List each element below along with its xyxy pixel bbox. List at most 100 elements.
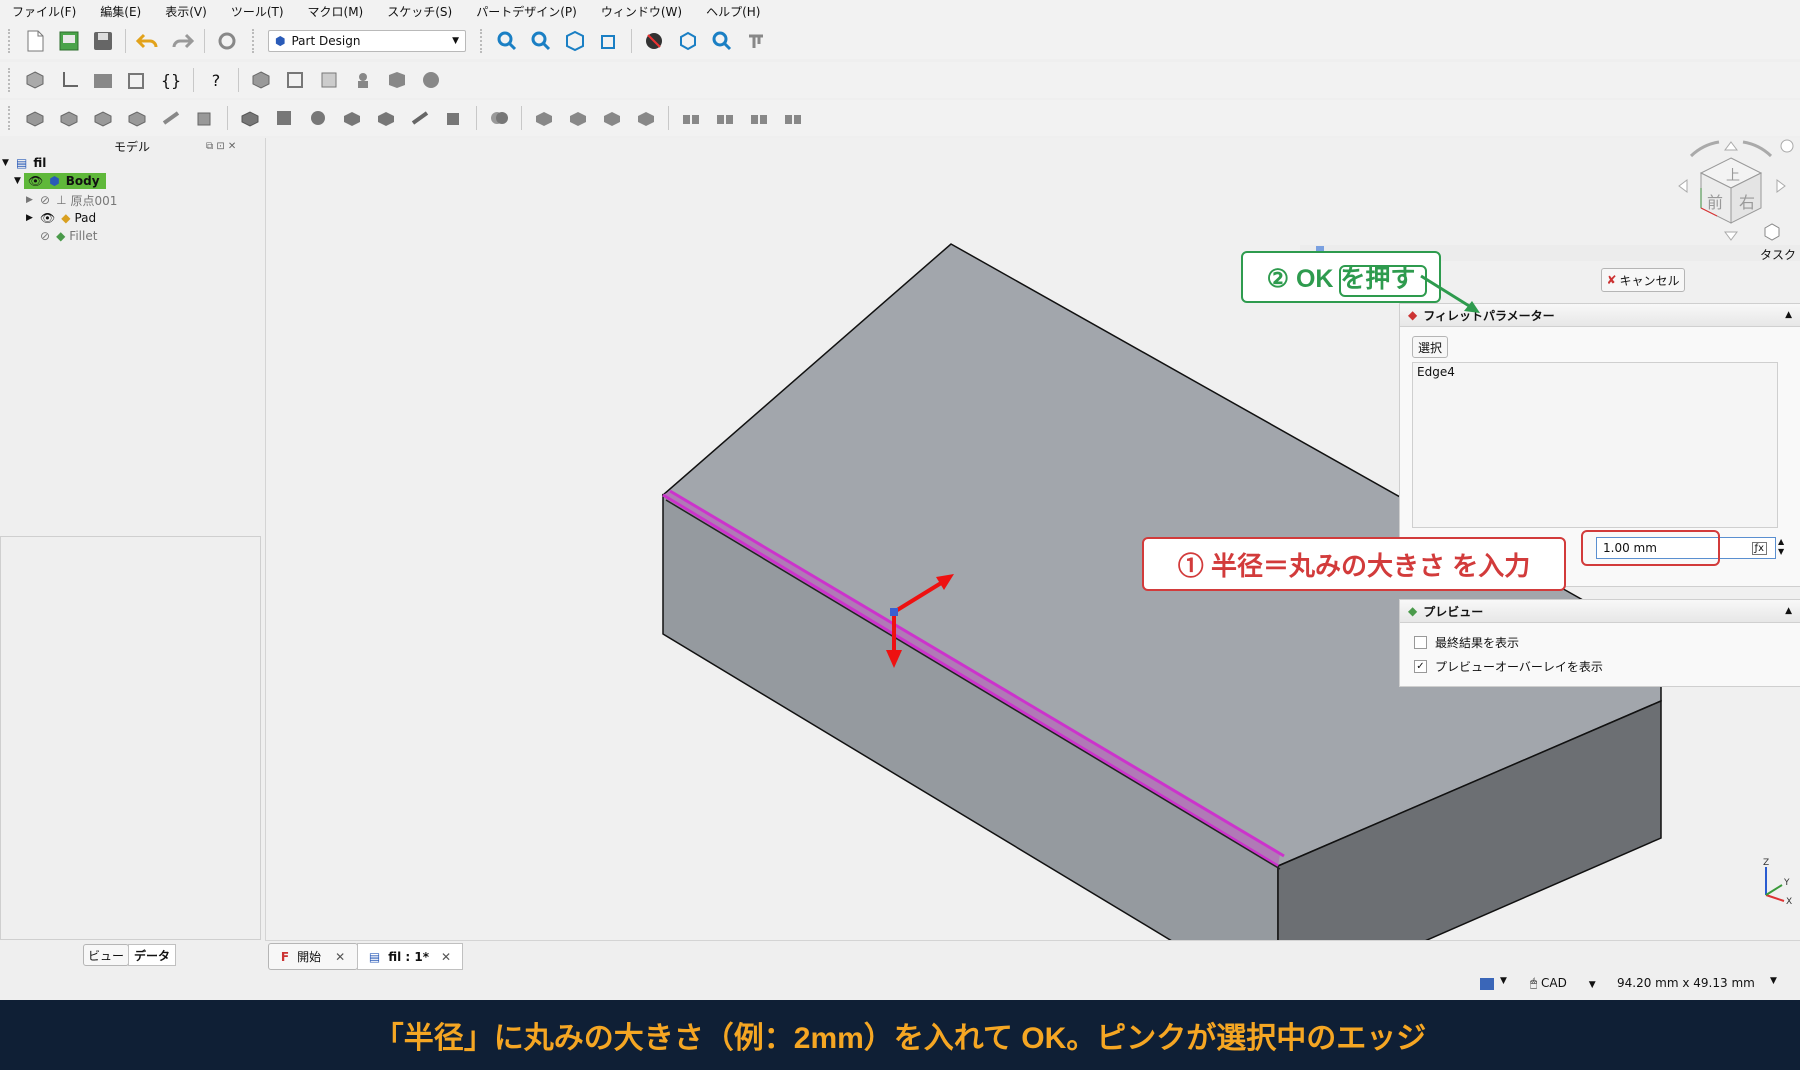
revolution-icon[interactable] [56,105,82,131]
groove-icon[interactable] [305,105,331,131]
tab-data[interactable]: データ [128,944,176,966]
menu-tools[interactable]: ツール(T) [219,3,296,20]
chevron-down-icon[interactable]: ▼ [1500,976,1507,986]
mirror-icon[interactable] [418,67,444,93]
collapse-icon[interactable]: ▲ [1785,606,1792,616]
toolbar-grip[interactable] [480,29,486,53]
eye-hidden-icon[interactable]: ⊘ [40,193,50,207]
stereo-icon[interactable] [641,28,667,54]
braces-icon[interactable]: {} [158,67,184,93]
subtractive-pipe-icon[interactable] [373,105,399,131]
menu-macro[interactable]: マクロ(M) [296,3,376,20]
pocket-icon[interactable] [237,105,263,131]
nav-style-selector[interactable]: 🖱 CAD ▼ [1530,976,1596,991]
menu-window[interactable]: ウィンドウ(W) [589,3,694,20]
mirrored-icon[interactable] [678,105,704,131]
tree-item-fillet[interactable]: ⊘ ◆ Fillet [40,227,97,245]
select-button[interactable]: 選択 [1412,336,1448,358]
multi-transform-icon[interactable] [780,105,806,131]
eye-hidden-icon[interactable]: ⊘ [40,229,50,243]
menu-sketch[interactable]: スケッチ(S) [375,3,464,20]
expand-arrow-icon[interactable]: ▼ [2,158,16,168]
tree-item-origin[interactable]: ▶ ⊘ ⊥ 原点001 [26,191,117,209]
measure-icon[interactable] [743,28,769,54]
workbench-selector[interactable]: ⬢ Part Design ▼ [268,30,466,52]
undo-icon[interactable] [135,28,161,54]
toolbar-grip[interactable] [8,106,14,130]
toolbar-grip[interactable] [8,68,14,92]
helix-icon[interactable] [158,105,184,131]
clone-icon[interactable] [316,67,342,93]
menu-help[interactable]: ヘルプ(H) [694,3,772,20]
eye-icon[interactable]: 👁 [28,174,43,188]
preview-final-checkbox-row[interactable]: 最終結果を表示 [1414,634,1519,651]
preview-panel-header[interactable]: ◆ プレビュー ▲ [1400,600,1800,623]
menu-edit[interactable]: 編集(E) [88,3,153,20]
zoom-icon[interactable] [709,28,735,54]
subtractive-helix-icon[interactable] [407,105,433,131]
fit-all-icon[interactable] [494,28,520,54]
thickness-icon[interactable] [633,105,659,131]
radius-stepper[interactable]: ▲ ▼ [1778,537,1784,557]
menu-view[interactable]: 表示(V) [153,3,219,20]
cancel-button[interactable]: ✘ キャンセル [1601,268,1685,292]
datum-icon[interactable] [350,67,376,93]
hole-icon[interactable] [271,105,297,131]
tab-start[interactable]: F 開始 ✕ [268,943,358,970]
loft-icon[interactable] [90,105,116,131]
preview-overlay-checkbox-row[interactable]: ✓ プレビューオーバーレイを表示 [1414,658,1603,675]
draw-style-icon[interactable] [562,28,588,54]
expand-arrow-icon[interactable]: ▶ [26,195,40,205]
tab-document[interactable]: ▤ fil : 1* ✕ [357,943,463,970]
preview-final-checkbox[interactable] [1414,636,1427,649]
polar-pattern-icon[interactable] [746,105,772,131]
expand-arrow-icon[interactable]: ▶ [26,213,40,223]
preview-overlay-checkbox[interactable]: ✓ [1414,660,1427,673]
eye-icon[interactable]: 👁 [40,211,55,225]
additive-primitive-icon[interactable] [192,105,218,131]
panel-float-icon[interactable]: ⧉ ⊡ ✕ [206,141,236,152]
subtractive-loft-icon[interactable] [339,105,365,131]
menu-partdesign[interactable]: パートデザイン(P) [464,3,589,20]
toolbar-grip[interactable] [8,29,14,53]
new-document-icon[interactable] [22,28,48,54]
toolbar-grip[interactable] [252,29,258,53]
boolean-icon[interactable] [486,105,512,131]
export-icon[interactable] [124,67,150,93]
axis-icon[interactable] [56,67,82,93]
subtractive-primitive-icon[interactable] [441,105,467,131]
draft-icon[interactable] [599,105,625,131]
close-icon[interactable]: ✕ [441,950,451,964]
sketch-icon[interactable] [384,67,410,93]
save-icon[interactable] [90,28,116,54]
whats-this-icon[interactable]: ? [203,67,229,93]
chamfer-icon[interactable] [565,105,591,131]
tree-item-pad[interactable]: ▶ 👁 ◆ Pad [26,209,96,227]
linear-pattern-icon[interactable] [712,105,738,131]
fillet-icon[interactable] [531,105,557,131]
view-box-icon[interactable] [675,28,701,54]
redo-icon[interactable] [169,28,195,54]
edge-list-item[interactable]: Edge4 [1413,363,1777,381]
chevron-down-icon[interactable]: ▼ [1770,976,1777,986]
shape-binder-icon[interactable] [282,67,308,93]
body-icon[interactable] [248,67,274,93]
expression-icon[interactable]: ƒx [1751,541,1767,555]
sync-view-icon[interactable] [596,28,622,54]
part-icon[interactable] [22,67,48,93]
collapse-icon[interactable]: ▲ [1785,310,1792,320]
tree-item-body[interactable]: ▼ 👁 ⬢ Body [14,172,106,190]
tab-view[interactable]: ビュー [83,944,129,966]
draw-style-status-icon[interactable] [1480,978,1494,990]
edge-list[interactable]: Edge4 [1412,362,1778,528]
menu-file[interactable]: ファイル(F) [0,3,88,20]
pad-icon[interactable] [22,105,48,131]
open-document-icon[interactable] [56,28,82,54]
navigation-cube[interactable]: 上 前 右 [1661,128,1800,258]
close-icon[interactable]: ✕ [335,950,345,964]
refresh-icon[interactable] [214,28,240,54]
folder-icon[interactable] [90,67,116,93]
expand-arrow-icon[interactable]: ▼ [14,176,24,186]
pipe-icon[interactable] [124,105,150,131]
fit-selection-icon[interactable] [528,28,554,54]
